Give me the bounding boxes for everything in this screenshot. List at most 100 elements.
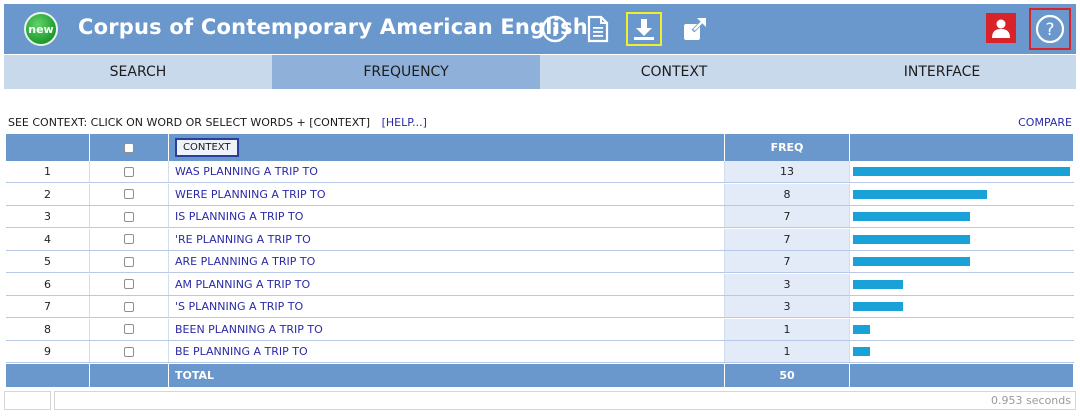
row-checkbox[interactable] xyxy=(124,189,134,199)
phrase-link[interactable]: BEEN PLANNING A TRIP TO xyxy=(169,318,725,340)
phrase-link[interactable]: 'RE PLANNING A TRIP TO xyxy=(169,228,725,250)
freq-bar xyxy=(853,212,970,221)
freq-bar-cell xyxy=(850,183,1074,205)
freq-bar xyxy=(853,189,987,199)
select-all-checkbox[interactable] xyxy=(124,142,134,153)
row-number: 4 xyxy=(6,228,90,250)
table-row: 1 WAS PLANNING A TRIP TO 13 xyxy=(6,161,1074,183)
total-row: TOTAL 50 xyxy=(6,363,1074,387)
phrase-link[interactable]: WAS PLANNING A TRIP TO xyxy=(169,161,725,182)
total-checkbox-cell xyxy=(90,363,169,387)
row-checkbox[interactable] xyxy=(124,166,134,177)
tab-frequency[interactable]: FREQUENCY xyxy=(272,55,540,89)
footer-timing: 0.953 seconds xyxy=(54,391,1076,410)
table-row: 8 BEEN PLANNING A TRIP TO 1 xyxy=(6,318,1074,341)
freq-bar-cell xyxy=(850,273,1074,295)
app-title: Corpus of Contemporary American English xyxy=(78,15,588,39)
freq-value: 1 xyxy=(725,318,850,340)
phrase-link[interactable]: AM PLANNING A TRIP TO xyxy=(169,273,725,295)
header-num-cell xyxy=(6,134,90,161)
phrase-link[interactable]: IS PLANNING A TRIP TO xyxy=(169,206,725,227)
row-checkbox[interactable] xyxy=(124,324,134,334)
context-button[interactable]: CONTEXT xyxy=(175,138,239,157)
row-checkbox[interactable] xyxy=(124,301,134,312)
row-number: 3 xyxy=(6,206,90,227)
row-checkbox[interactable] xyxy=(124,211,134,222)
freq-value: 8 xyxy=(725,183,850,205)
instructions-text: SEE CONTEXT: CLICK ON WORD OR SELECT WOR… xyxy=(8,116,371,129)
table-row: 2 WERE PLANNING A TRIP TO 8 xyxy=(6,183,1074,206)
freq-bar xyxy=(853,167,1070,176)
table-row: 4 'RE PLANNING A TRIP TO 7 xyxy=(6,228,1074,251)
freq-bar xyxy=(853,347,870,356)
row-number: 6 xyxy=(6,273,90,295)
freq-bar-cell xyxy=(850,318,1074,340)
freq-value: 7 xyxy=(725,206,850,227)
tab-context[interactable]: CONTEXT xyxy=(540,55,808,89)
table-row: 7 'S PLANNING A TRIP TO 3 xyxy=(6,296,1074,318)
table-row: 9 BE PLANNING A TRIP TO 1 xyxy=(6,341,1074,363)
tab-interface[interactable]: INTERFACE xyxy=(808,55,1076,89)
row-checkbox-cell xyxy=(90,251,169,272)
freq-bar-cell xyxy=(850,341,1074,362)
row-checkbox[interactable] xyxy=(124,234,134,244)
row-number: 5 xyxy=(6,251,90,272)
freq-value: 3 xyxy=(725,273,850,295)
footer-left-box xyxy=(4,391,51,410)
row-number: 7 xyxy=(6,296,90,317)
row-checkbox-cell xyxy=(90,206,169,227)
freq-value: 1 xyxy=(725,341,850,362)
svg-text:?: ? xyxy=(1045,20,1054,40)
compare-link[interactable]: COMPARE xyxy=(1018,116,1072,129)
row-number: 2 xyxy=(6,183,90,205)
header-bar: new Corpus of Contemporary American Engl… xyxy=(4,4,1076,54)
row-checkbox-cell xyxy=(90,341,169,362)
total-num-cell xyxy=(6,363,90,387)
phrase-link[interactable]: ARE PLANNING A TRIP TO xyxy=(169,251,725,272)
table-row: 5 ARE PLANNING A TRIP TO 7 xyxy=(6,251,1074,273)
freq-value: 7 xyxy=(725,251,850,272)
user-icon[interactable] xyxy=(986,13,1016,43)
phrase-link[interactable]: 'S PLANNING A TRIP TO xyxy=(169,296,725,317)
freq-bar-cell xyxy=(850,251,1074,272)
row-checkbox-cell xyxy=(90,296,169,317)
freq-value: 7 xyxy=(725,228,850,250)
total-label: TOTAL xyxy=(169,363,725,387)
header-bar-cell xyxy=(850,134,1074,161)
phrase-link[interactable]: WERE PLANNING A TRIP TO xyxy=(169,183,725,205)
table-header: CONTEXT FREQ xyxy=(6,134,1074,161)
table-row: 3 IS PLANNING A TRIP TO 7 xyxy=(6,206,1074,228)
header-checkbox-cell xyxy=(90,134,169,161)
row-number: 9 xyxy=(6,341,90,362)
freq-bar xyxy=(853,257,970,266)
help-icon[interactable]: ? xyxy=(1029,8,1071,50)
freq-bar-cell xyxy=(850,206,1074,227)
row-checkbox[interactable] xyxy=(124,346,134,357)
external-link-icon[interactable] xyxy=(680,14,710,44)
freq-header: FREQ xyxy=(725,134,850,161)
freq-bar-cell xyxy=(850,228,1074,250)
main-tabs: SEARCH FREQUENCY CONTEXT INTERFACE xyxy=(4,55,1076,89)
new-badge-logo[interactable]: new xyxy=(24,12,58,46)
freq-bar xyxy=(853,302,903,311)
row-checkbox-cell xyxy=(90,161,169,182)
row-checkbox-cell xyxy=(90,318,169,340)
download-icon[interactable] xyxy=(626,12,662,46)
tab-search[interactable]: SEARCH xyxy=(4,55,272,89)
info-icon[interactable] xyxy=(540,14,570,44)
row-checkbox[interactable] xyxy=(124,256,134,267)
logo-text: new xyxy=(28,22,54,36)
document-icon[interactable] xyxy=(583,14,613,44)
freq-bar xyxy=(853,234,970,244)
freq-value: 13 xyxy=(725,161,850,182)
phrase-link[interactable]: BE PLANNING A TRIP TO xyxy=(169,341,725,362)
table-row: 6 AM PLANNING A TRIP TO 3 xyxy=(6,273,1074,296)
help-link[interactable]: [HELP...] xyxy=(382,116,427,129)
timing-text: 0.953 seconds xyxy=(991,394,1071,407)
total-bar-cell xyxy=(850,363,1074,387)
row-checkbox[interactable] xyxy=(124,279,134,289)
row-number: 1 xyxy=(6,161,90,182)
freq-bar-cell xyxy=(850,296,1074,317)
row-checkbox-cell xyxy=(90,183,169,205)
freq-value: 3 xyxy=(725,296,850,317)
